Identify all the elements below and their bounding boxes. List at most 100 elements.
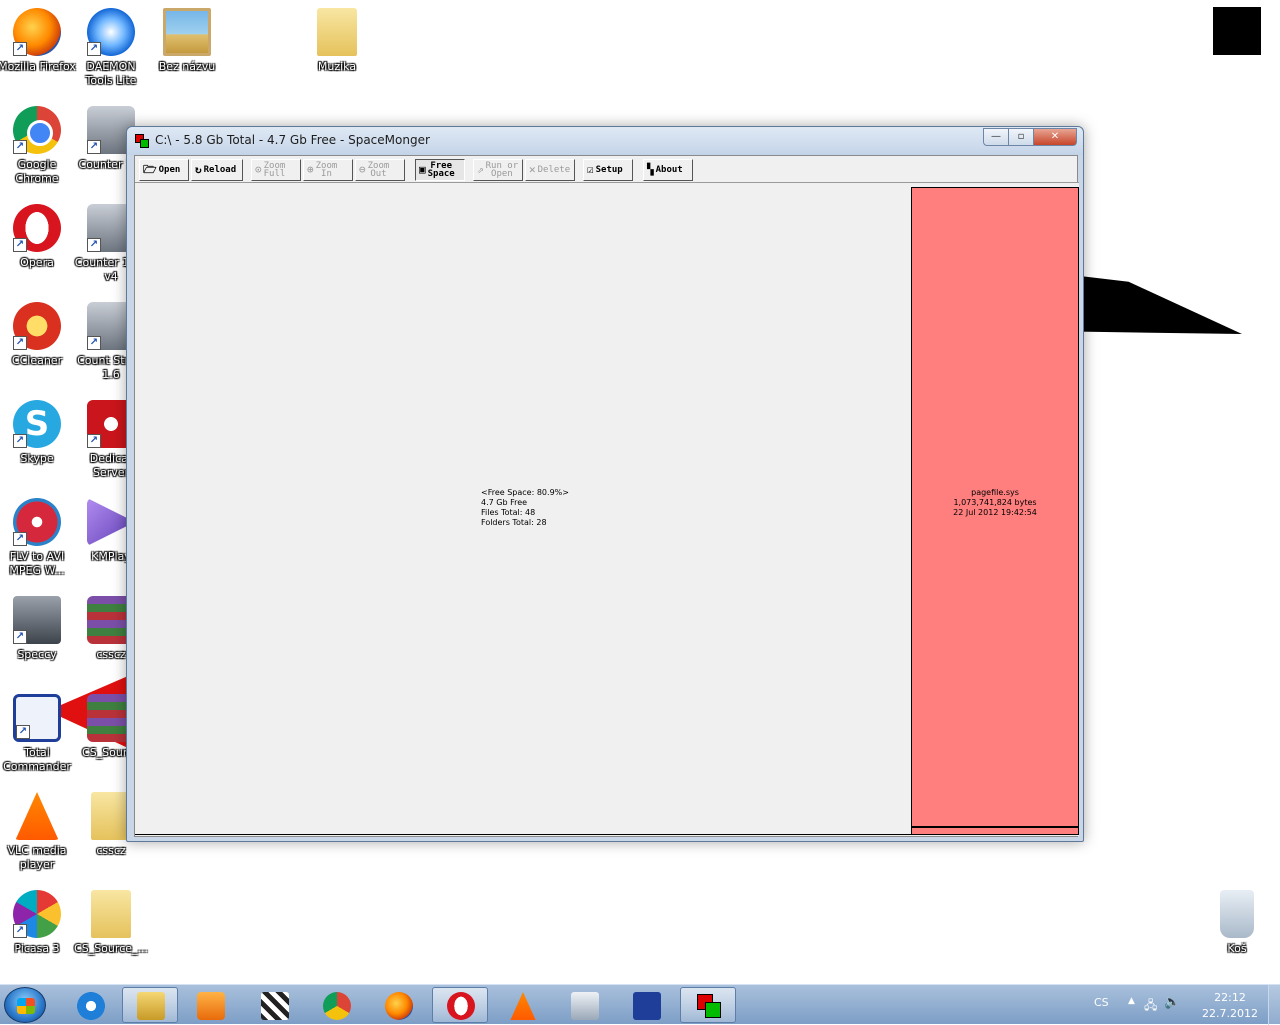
pagefile-block[interactable]: pagefile.sys 1,073,741,824 bytes 22 Jul … [911, 187, 1079, 827]
desktop-icon-label: CCleaner [11, 354, 63, 367]
desktop-icon-firefox[interactable]: ↗ Mozilla Firefox [0, 8, 76, 74]
shortcut-arrow-icon: ↗ [13, 630, 27, 644]
clapperboard-icon [261, 992, 289, 1020]
setup-label: Setup [595, 165, 623, 175]
setup-button[interactable]: ☑ Setup [583, 159, 633, 181]
show-hidden-icons-chevron-up-icon[interactable]: ▲ [1128, 996, 1135, 1006]
desktop-icon-cs-source-folder[interactable]: CS_Source_... [72, 890, 150, 956]
desktop-icon-chrome[interactable]: ↗ Google Chrome [0, 106, 76, 186]
zoom-in-icon: ⊕ [307, 163, 314, 176]
taskbar-opera[interactable] [432, 987, 488, 1023]
window-title: C:\ - 5.8 Gb Total - 4.7 Gb Free - Space… [155, 133, 430, 147]
zoom-full-button[interactable]: ⊙ Zoom Full [251, 159, 301, 181]
close-button[interactable]: ✕ [1033, 128, 1077, 146]
taskbar-media-player[interactable] [182, 987, 238, 1023]
checkbox-icon: ☑ [587, 163, 594, 176]
run-or-open-button[interactable]: ⇗ Run or Open [473, 159, 523, 181]
clock-date[interactable]: 22.7.2012 [1198, 1007, 1262, 1020]
free-space-block[interactable]: <Free Space: 80.9%> 4.7 Gb Free Files To… [135, 183, 911, 835]
desktop-icon-picasa[interactable]: ↗ Picasa 3 [0, 890, 76, 956]
taskbar-vlc[interactable] [494, 987, 550, 1023]
desktop-icon-muzika[interactable]: Muzika [298, 8, 376, 74]
desktop-icon-skype[interactable]: S ↗ Skype [0, 400, 76, 466]
desktop-icon-label: Muzika [317, 60, 357, 73]
desktop-icon-daemon-tools[interactable]: ↗ DAEMON Tools Lite [72, 8, 150, 88]
open-button[interactable]: 🗁 Open [139, 159, 189, 181]
ccleaner-icon: ↗ [13, 302, 61, 350]
taskbar-firefox[interactable] [370, 987, 426, 1023]
desktop-icon-speccy[interactable]: ↗ Speccy [0, 596, 76, 662]
folder-icon [91, 792, 131, 840]
zoom-in-label-2: In [321, 169, 332, 179]
firefox-icon: ↗ [13, 8, 61, 56]
delete-x-icon: ✕ [529, 163, 536, 176]
taskbar: CS ▲ 🖧 🔈 22:12 22.7.2012 [0, 984, 1280, 1025]
window-titlebar[interactable]: C:\ - 5.8 Gb Total - 4.7 Gb Free - Space… [127, 127, 1083, 155]
taskbar-spacemonger[interactable] [680, 987, 736, 1023]
taskbar-calculator[interactable] [556, 987, 612, 1023]
desktop-icon-flv-converter[interactable]: ↗ FLV to AVI MPEG W... [0, 498, 76, 578]
taskbar-video-editor[interactable] [246, 987, 302, 1023]
desktop-icon-bez-nazvu[interactable]: Bez názvu [148, 8, 226, 74]
desktop-icon-label: Koš [1227, 942, 1247, 955]
chrome-icon: ↗ [13, 106, 61, 154]
free-space-toggle[interactable]: ▣ Free Space [415, 159, 465, 181]
reload-icon: ↻ [195, 163, 202, 176]
start-button[interactable] [4, 987, 46, 1023]
run-icon: ⇗ [477, 163, 484, 176]
clock-time[interactable]: 22:12 [1202, 991, 1258, 1004]
folders-total: Folders Total: 28 [481, 518, 547, 527]
reload-button[interactable]: ↻ Reload [191, 159, 243, 181]
files-total: Files Total: 48 [481, 508, 536, 517]
desktop-icon-label: Opera [20, 256, 54, 269]
desktop-icon-vlc[interactable]: VLC media player [0, 792, 76, 872]
shortcut-arrow-icon: ↗ [87, 238, 101, 252]
picasa-icon: ↗ [13, 890, 61, 938]
spacemonger-app-icon [135, 134, 149, 148]
internet-explorer-icon [77, 992, 105, 1020]
opera-icon [447, 992, 475, 1020]
shortcut-arrow-icon: ↗ [13, 532, 27, 546]
language-indicator[interactable]: CS [1094, 996, 1109, 1009]
file-explorer-icon [137, 992, 165, 1020]
desktop-icon-label: KMPlay [91, 550, 131, 563]
network-icon[interactable]: 🖧 [1144, 996, 1157, 1017]
taskbar-ie[interactable] [62, 987, 118, 1023]
minimize-button[interactable]: — [983, 128, 1009, 146]
spacemonger-window[interactable]: C:\ - 5.8 Gb Total - 4.7 Gb Free - Space… [126, 126, 1084, 842]
desktop-icon-total-commander[interactable]: ↗ Total Commander [0, 694, 76, 774]
delete-label: Delete [537, 165, 571, 175]
toolbar: 🗁 Open ↻ Reload ⊙ Zoom Full ⊕ Zoom In ⊖ Zo… [139, 159, 1073, 183]
shortcut-arrow-icon: ↗ [13, 42, 27, 56]
small-file-block[interactable] [911, 827, 1079, 835]
desktop-icon-ccleaner[interactable]: ↗ CCleaner [0, 302, 76, 368]
show-desktop-button[interactable] [1268, 985, 1280, 1025]
shortcut-arrow-icon: ↗ [87, 42, 101, 56]
delete-button[interactable]: ✕ Delete [525, 159, 575, 181]
taskbar-chrome[interactable] [308, 987, 364, 1023]
windows-logo-icon [17, 998, 35, 1014]
free-space-amount: 4.7 Gb Free [481, 498, 528, 507]
about-button[interactable]: ▚ About [643, 159, 693, 181]
maximize-button[interactable]: ▫ [1008, 128, 1034, 146]
desktop-icon-label: Bez názvu [158, 60, 216, 73]
run-or-open-label-2: Open [491, 169, 513, 179]
desktop-icon-label: Speccy [17, 648, 57, 661]
desktop-icon-label: csscz [96, 844, 126, 857]
taskbar-total-commander[interactable] [618, 987, 674, 1023]
spacemonger-about-icon: ▚ [647, 163, 654, 176]
shortcut-arrow-icon: ↗ [87, 336, 101, 350]
free-space-label-2: Space [427, 169, 455, 179]
about-label: About [655, 165, 683, 175]
treemap-area[interactable]: <Free Space: 80.9%> 4.7 Gb Free Files To… [135, 182, 1079, 836]
zoom-in-button[interactable]: ⊕ Zoom In [303, 159, 353, 181]
shortcut-arrow-icon: ↗ [13, 924, 27, 938]
skype-icon: S ↗ [13, 400, 61, 448]
taskbar-explorer[interactable] [122, 987, 178, 1023]
calculator-icon [571, 992, 599, 1020]
desktop-icon-opera[interactable]: ↗ Opera [0, 204, 76, 270]
zoom-out-button[interactable]: ⊖ Zoom Out [355, 159, 405, 181]
volume-icon[interactable]: 🔈 [1164, 995, 1180, 1010]
shortcut-arrow-icon: ↗ [13, 140, 27, 154]
desktop-icon-recycle-bin[interactable]: Koš [1198, 890, 1276, 956]
